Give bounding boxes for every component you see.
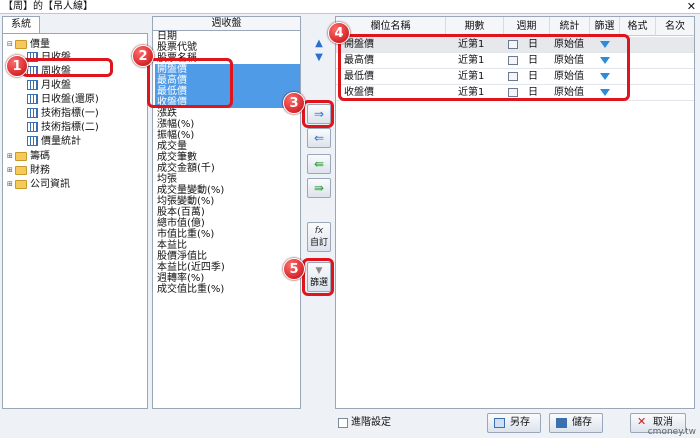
tree-tabbar: 系統 [2, 16, 148, 33]
remove-field-button[interactable]: ⇐ [307, 128, 331, 148]
folder-icon [15, 165, 27, 175]
list-item[interactable]: 日期 [155, 31, 300, 42]
highlight-box-fields [147, 58, 233, 108]
tree-node-chips[interactable]: ⊞ 籌碼 [7, 149, 50, 163]
tree-node-tech-1[interactable]: 技術指標(一) [27, 107, 99, 121]
list-item[interactable]: 漲幅(%) [155, 119, 300, 130]
list-item[interactable]: 成交筆數 [155, 152, 300, 163]
tree-node-company-info[interactable]: ⊞ 公司資訊 [7, 177, 70, 191]
list-item[interactable]: 總市值(億) [155, 218, 300, 229]
list-item[interactable]: 均張變動(%) [155, 196, 300, 207]
badge-1: 1 [6, 55, 28, 77]
field-list-header: 週收盤 [152, 16, 301, 31]
table-icon [27, 122, 38, 132]
folder-icon [15, 179, 27, 189]
collapse-icon[interactable]: ⊟ [7, 37, 15, 51]
list-item[interactable]: 股價淨值比 [155, 251, 300, 262]
table-icon [27, 108, 38, 118]
list-item[interactable]: 市值比重(%) [155, 229, 300, 240]
save-icon [556, 418, 567, 428]
custom-label: 自訂 [309, 238, 328, 248]
tree-node-price-volume[interactable]: ⊟ 價量 [7, 37, 50, 51]
col-header-rank[interactable]: 名次 [656, 17, 694, 36]
highlight-box-weekly [21, 58, 113, 77]
highlight-box-grid [338, 34, 630, 101]
badge-3: 3 [283, 92, 305, 114]
category-tree: ⊟ 價量 日收盤 周收盤 月收盤 日收盤(還原) 技術指標(一) 技術指標(二) … [2, 33, 148, 409]
list-item[interactable]: 振幅(%) [155, 130, 300, 141]
tree-node-daily-adjusted[interactable]: 日收盤(還原) [27, 93, 99, 107]
list-item[interactable]: 本益比 [155, 240, 300, 251]
title-bar: 【周】的【吊人線】 ✕ [0, 0, 700, 14]
list-item[interactable]: 均張 [155, 174, 300, 185]
badge-5: 5 [283, 258, 305, 280]
badge-4: 4 [328, 22, 350, 44]
list-item[interactable]: 漲跌 [155, 108, 300, 119]
highlight-box-filter [302, 258, 334, 296]
add-all-button[interactable]: ⇚ [307, 154, 331, 174]
table-icon [27, 136, 38, 146]
table-icon [27, 94, 38, 104]
tree-node-finance[interactable]: ⊞ 財務 [7, 163, 50, 177]
move-up-icon[interactable]: ▲ [311, 38, 327, 50]
formula-icon: fx [314, 226, 324, 236]
table-icon [27, 80, 38, 90]
tree-node-price-stats[interactable]: 價量統計 [27, 135, 81, 149]
tree-node-tech-2[interactable]: 技術指標(二) [27, 121, 99, 135]
close-icon[interactable]: ✕ [687, 0, 696, 14]
badge-2: 2 [132, 45, 154, 67]
list-item[interactable]: 成交量 [155, 141, 300, 152]
highlight-box-add [302, 100, 334, 128]
cancel-icon: ✕ [637, 415, 647, 428]
watermark: cmoney.tw [647, 427, 696, 437]
list-item[interactable]: 週轉率(%) [155, 273, 300, 284]
tree-node-monthly-close[interactable]: 月收盤 [27, 79, 71, 93]
list-item[interactable]: 本益比(近四季) [155, 262, 300, 273]
expand-icon[interactable]: ⊞ [7, 177, 15, 191]
advanced-settings-label: 進階設定 [351, 417, 391, 428]
expand-icon[interactable]: ⊞ [7, 149, 15, 163]
custom-button[interactable]: fx 自訂 [307, 222, 331, 252]
list-item[interactable]: 成交量變動(%) [155, 185, 300, 196]
expand-icon[interactable]: ⊞ [7, 163, 15, 177]
move-down-icon[interactable]: ▼ [311, 52, 327, 64]
list-item[interactable]: 成交值比重(%) [155, 284, 300, 295]
list-item[interactable]: 股票代號 [155, 42, 300, 53]
window-title: 【周】的【吊人線】 [3, 1, 93, 12]
folder-icon [15, 39, 27, 49]
col-header-format[interactable]: 格式 [620, 17, 656, 36]
save-button[interactable]: 儲存 [549, 413, 603, 433]
save-as-icon [494, 418, 505, 428]
save-as-button[interactable]: 另存 [487, 413, 541, 433]
tab-system[interactable]: 系統 [2, 16, 40, 33]
advanced-settings-checkbox[interactable] [338, 418, 348, 428]
folder-icon [15, 151, 27, 161]
list-item[interactable]: 股本(百萬) [155, 207, 300, 218]
remove-all-button[interactable]: ⇛ [307, 178, 331, 198]
list-item[interactable]: 成交金額(千) [155, 163, 300, 174]
